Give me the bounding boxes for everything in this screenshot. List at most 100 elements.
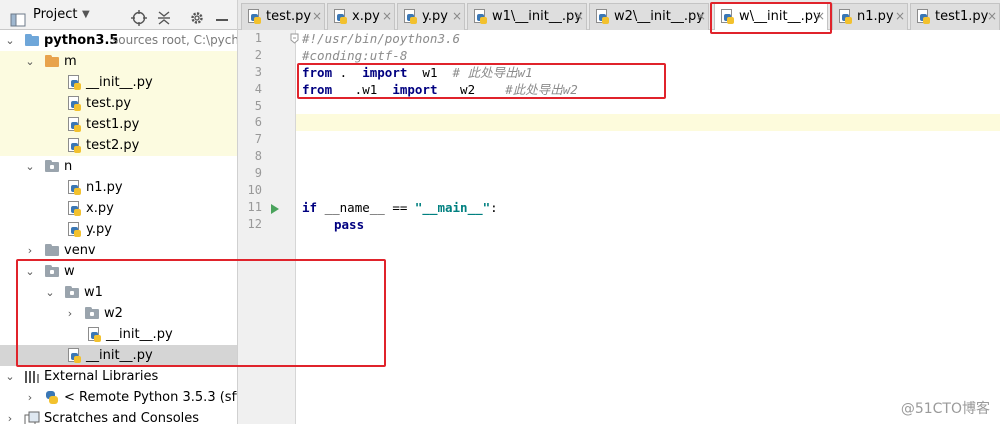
fold-icon[interactable]: [290, 33, 299, 44]
line-number: 1: [254, 31, 262, 45]
tab-label: w1\__init__.py: [492, 9, 582, 24]
code-line-12: pass: [334, 216, 364, 233]
tab-label: w2\__init__.py: [614, 9, 704, 24]
python-file-icon: [246, 9, 262, 24]
tree-item-m-test2[interactable]: test2.py: [0, 135, 237, 156]
close-icon[interactable]: ×: [895, 4, 905, 29]
tab-y-py[interactable]: y.py ×: [397, 3, 465, 30]
tree-item-m-test[interactable]: test.py: [0, 93, 237, 114]
close-icon[interactable]: ×: [696, 4, 706, 29]
run-icon[interactable]: [270, 203, 279, 214]
chevron-down-icon[interactable]: ⌄: [4, 30, 16, 51]
tab-label: y.py: [422, 9, 448, 24]
tab-label: x.py: [352, 9, 380, 24]
chevron-down-icon[interactable]: ▼: [82, 0, 90, 30]
tab-label: test1.py: [935, 9, 989, 24]
highlight-box-imports: [297, 63, 666, 99]
line-number: 5: [254, 99, 262, 113]
python-file-icon: [66, 201, 82, 216]
tree-item-label: python3.5: [44, 33, 119, 48]
tree-item-label: x.py: [86, 201, 114, 216]
python-file-icon: [915, 9, 931, 24]
tree-item-label: < Remote Python 3.5.3 (sftp://: [64, 390, 237, 405]
tree-item-n-y[interactable]: y.py: [0, 219, 237, 240]
python-file-icon: [66, 222, 82, 237]
close-icon[interactable]: ×: [382, 4, 392, 29]
project-title[interactable]: Project: [33, 0, 77, 30]
scratches-icon: [24, 411, 40, 424]
project-view-icon[interactable]: [10, 8, 26, 27]
library-icon: [24, 369, 40, 384]
tree-item-label: Scratches and Consoles: [44, 411, 200, 424]
close-icon[interactable]: ×: [312, 4, 322, 29]
line-number: 8: [254, 149, 262, 163]
python-file-icon: [66, 138, 82, 153]
highlight-box-active-tab: [710, 2, 832, 34]
hide-icon[interactable]: [215, 7, 229, 23]
tree-item-python3.5[interactable]: ⌄ python3.5 sources root, C:\pych: [0, 30, 238, 51]
chevron-down-icon[interactable]: ⌄: [4, 366, 16, 387]
tree-item-n-n1[interactable]: n1.py: [0, 177, 237, 198]
keyword-if: if: [302, 200, 318, 215]
python-file-icon: [472, 9, 488, 24]
name-expression: __name__ ==: [317, 200, 415, 215]
chevron-right-icon[interactable]: ›: [24, 240, 36, 261]
tree-item-m[interactable]: ⌄ m: [0, 51, 237, 72]
python-file-icon: [66, 117, 82, 132]
folder-icon: [44, 159, 60, 174]
target-icon[interactable]: [131, 7, 147, 26]
tree-item-venv[interactable]: › venv: [0, 240, 237, 261]
tree-item-label: __init__.py: [86, 75, 153, 90]
tree-item-label: n1.py: [86, 180, 123, 195]
comment: #conding:utf-8: [302, 48, 408, 63]
watermark: @51CTO博客: [900, 401, 990, 417]
line-number: 7: [254, 132, 262, 146]
python-file-icon: [594, 9, 610, 24]
tab-n1-py[interactable]: n1.py ×: [832, 3, 908, 30]
collapse-icon[interactable]: [157, 7, 171, 25]
tree-item-n[interactable]: ⌄ n: [0, 156, 237, 177]
tab-test1-py[interactable]: test1.py ×: [910, 3, 1000, 30]
tab-x-py[interactable]: x.py ×: [327, 3, 395, 30]
close-icon[interactable]: ×: [574, 4, 584, 29]
tree-item-n-x[interactable]: x.py: [0, 198, 237, 219]
chevron-down-icon[interactable]: ⌄: [24, 156, 36, 177]
tab-w1-init[interactable]: w1\__init__.py ×: [467, 3, 587, 30]
chevron-right-icon[interactable]: ›: [4, 408, 16, 424]
close-icon[interactable]: ×: [987, 4, 997, 29]
gear-icon[interactable]: [189, 7, 205, 24]
tree-item-label: m: [64, 54, 77, 69]
tree-item-remote-python[interactable]: › < Remote Python 3.5.3 (sftp://: [0, 387, 237, 408]
tree-item-label: test2.py: [86, 138, 140, 153]
line-number: 3: [254, 65, 262, 79]
keyword-pass: pass: [334, 217, 365, 232]
chevron-down-icon[interactable]: ⌄: [24, 51, 36, 72]
comment: #!/usr/bin/poython3.6: [302, 31, 461, 46]
python-file-icon: [66, 96, 82, 111]
code-line-2: #conding:utf-8: [302, 47, 407, 64]
tree-item-m-init[interactable]: __init__.py: [0, 72, 237, 93]
python-file-icon: [402, 9, 418, 24]
tree-item-scratches[interactable]: › Scratches and Consoles: [0, 408, 237, 424]
tree-item-extra: sources root, C:\pych: [112, 33, 238, 47]
highlight-box-w-package: [16, 259, 386, 367]
python-file-icon: [66, 75, 82, 90]
folder-icon: [44, 54, 60, 69]
python-sdk-icon: [44, 390, 60, 405]
tab-test-py[interactable]: test.py ×: [241, 3, 325, 30]
project-panel-header: Project ▼: [0, 0, 237, 30]
tab-w2-init[interactable]: w2\__init__.py ×: [589, 3, 709, 30]
tree-item-label: n: [64, 159, 73, 174]
tree-item-label: venv: [64, 243, 96, 258]
tree-item-m-test1[interactable]: test1.py: [0, 114, 237, 135]
line-number: 2: [254, 48, 262, 62]
close-icon[interactable]: ×: [452, 4, 462, 29]
tree-item-external-libraries[interactable]: ⌄ External Libraries: [0, 366, 237, 387]
code-line-1: #!/usr/bin/poython3.6: [302, 30, 460, 47]
colon: :: [490, 200, 498, 215]
string-literal: "__main__": [414, 200, 491, 215]
code-line-11: if __name__ == "__main__":: [302, 199, 498, 216]
chevron-right-icon[interactable]: ›: [24, 387, 36, 408]
python-file-icon: [332, 9, 348, 24]
tree-item-label: test.py: [86, 96, 132, 111]
